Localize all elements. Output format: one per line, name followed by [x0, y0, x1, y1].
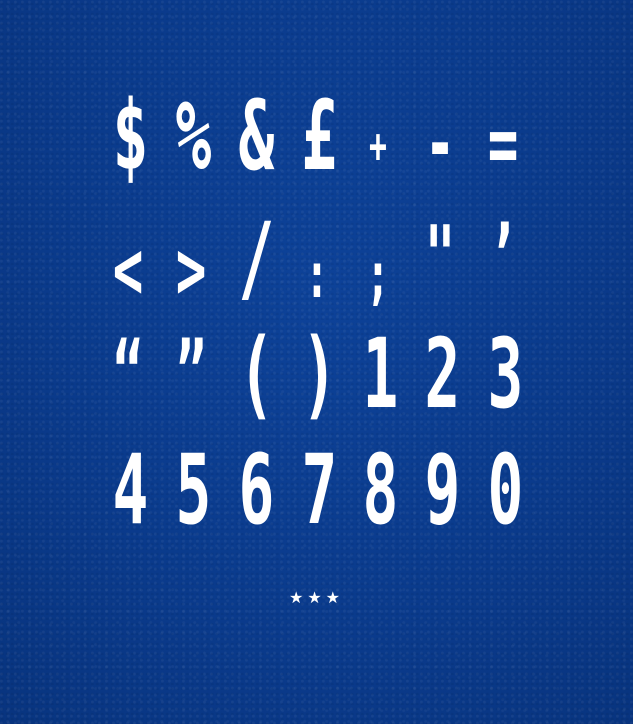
glyph-colon: :	[305, 239, 329, 313]
glyph-equals: =	[487, 97, 519, 192]
glyph-digit-6: 6	[238, 434, 275, 546]
glyph-dollar: $	[112, 80, 149, 192]
glyph-row-2: < > / : ; " ’	[0, 202, 633, 318]
glyph-digit-1: 1	[362, 318, 399, 430]
glyph-apostrophe: ’	[487, 209, 519, 304]
glyph-semicolon: ;	[366, 239, 390, 313]
glyph-ampersand: &	[238, 80, 275, 192]
glyph-row-4: 4 5 6 7 8 9 0	[0, 442, 633, 542]
glyph-digit-5: 5	[175, 434, 212, 546]
glyph-digit-4: 4	[112, 434, 149, 546]
glyph-double-quote: "	[424, 209, 456, 304]
glyph-left-paren: (	[238, 318, 275, 430]
glyph-percent: %	[175, 80, 212, 192]
glyph-digit-7: 7	[301, 434, 338, 546]
glyph-left-double-quote: “	[112, 325, 144, 420]
glyph-digit-9: 9	[424, 434, 461, 546]
star-ornament: ★★★	[288, 588, 345, 607]
glyph-digit-2: 2	[424, 318, 461, 430]
glyph-right-paren: )	[301, 318, 338, 430]
glyph-right-double-quote: ”	[175, 325, 207, 420]
glyph-greater-than: >	[175, 223, 207, 318]
glyph-minus: -	[424, 97, 456, 192]
glyph-digit-3: 3	[487, 318, 524, 430]
glyph-row-1: $ % & £ + - =	[0, 88, 633, 188]
glyph-less-than: <	[112, 223, 144, 318]
glyph-pound: £	[301, 80, 338, 192]
glyph-digit-0: 0	[487, 434, 524, 546]
glyph-slash: /	[238, 202, 275, 314]
glyph-plus: +	[369, 118, 387, 174]
glyph-digit-8: 8	[362, 434, 399, 546]
glyph-row-3: “ ” ( ) 1 2 3	[0, 326, 633, 426]
glyph-specimen-sheet: $ % & £ + - = < > / : ; " ’ “ ” ( ) 1 2 …	[0, 0, 633, 724]
